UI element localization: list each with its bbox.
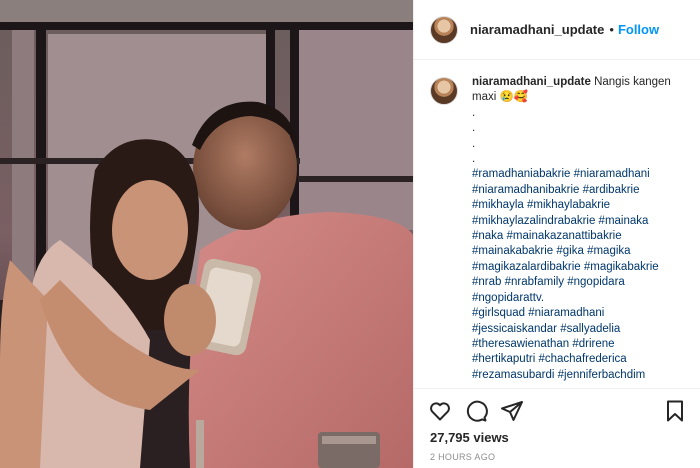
bookmark-icon[interactable] xyxy=(663,399,687,423)
caption-dot: . xyxy=(472,153,476,166)
instagram-post: niaramadhani_update • Follow niaramadhan… xyxy=(0,0,700,468)
caption-dot: . xyxy=(472,137,476,150)
hashtag-line[interactable]: #mainakabakrie #gika #magika xyxy=(472,244,686,259)
hashtag-line[interactable]: #mikhaylazalindrabakrie #mainaka xyxy=(472,214,686,229)
hashtag-line[interactable]: #magikazalardibakrie #magikabakrie xyxy=(472,260,686,275)
hashtag-line[interactable]: #rezamasubardi #jenniferbachdim xyxy=(472,368,686,383)
hashtag-line[interactable]: #girlsquad #niaramadhani xyxy=(472,306,686,321)
hashtag-line[interactable]: #naka #mainakazanattibakrie xyxy=(472,229,686,244)
follow-button[interactable]: Follow xyxy=(618,22,659,37)
post-timestamp[interactable]: 2 HOURS AGO xyxy=(430,452,495,462)
header-username[interactable]: niaramadhani_update xyxy=(470,22,604,37)
comments-section[interactable]: niaramadhani_update Nangis kangen maxi 😢… xyxy=(414,61,700,387)
caption-dot: . xyxy=(472,122,476,135)
comment-icon[interactable] xyxy=(464,399,488,423)
post-media[interactable] xyxy=(0,0,413,468)
header-separator: • xyxy=(609,22,614,37)
avatar[interactable] xyxy=(430,15,458,44)
post-side-panel: niaramadhani_update • Follow niaramadhan… xyxy=(413,0,700,468)
caption-row: niaramadhani_update Nangis kangen maxi 😢… xyxy=(430,75,687,383)
caption-dot: . xyxy=(472,106,476,119)
post-photo xyxy=(0,0,413,468)
hashtag-line[interactable]: #mikhayla #mikhaylabakrie xyxy=(472,198,686,213)
hashtag-line[interactable]: #theresawienathan #drirene xyxy=(472,337,686,352)
hashtag-line[interactable]: #jessicaiskandar #sallyadelia xyxy=(472,322,686,337)
hashtag-line[interactable]: #hertikaputri #chachafrederica xyxy=(472,352,686,367)
post-header: niaramadhani_update • Follow xyxy=(414,0,700,60)
hashtag-line[interactable]: #ngopidarattv. xyxy=(472,291,686,306)
paper-plane-icon[interactable] xyxy=(500,399,524,423)
caption-emoji: 😢🥰 xyxy=(499,91,529,104)
heart-icon[interactable] xyxy=(428,399,452,423)
hashtag-line[interactable]: #nrab #nrabfamily #ngopidara xyxy=(472,275,686,290)
action-bar xyxy=(414,388,700,432)
view-count[interactable]: 27,795 views xyxy=(430,430,509,445)
hashtag-line[interactable]: #ramadhaniabakrie #niaramadhani xyxy=(472,167,686,182)
hashtag-line[interactable]: #niaramadhanibakrie #ardibakrie xyxy=(472,183,686,198)
caption-text: niaramadhani_update Nangis kangen maxi 😢… xyxy=(472,75,686,383)
caption-avatar[interactable] xyxy=(430,77,458,105)
caption-username[interactable]: niaramadhani_update xyxy=(472,76,591,88)
